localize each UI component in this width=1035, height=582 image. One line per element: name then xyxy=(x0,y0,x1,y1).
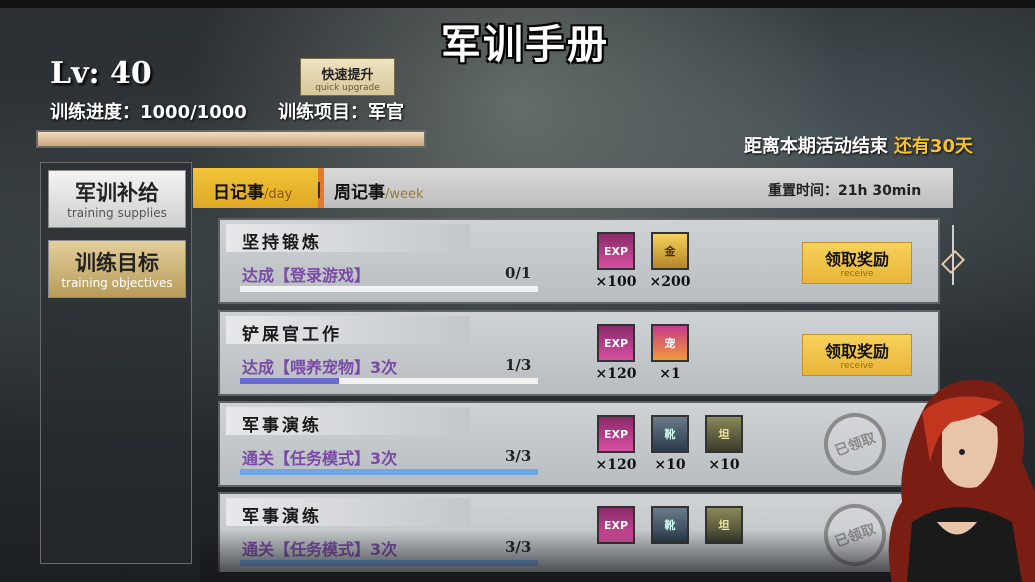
task-card: 坚持锻炼达成【登录游戏】 0/1 EXP ×100 金 ×200 领取奖励 receive xyxy=(218,218,940,304)
character-portrait xyxy=(888,380,1035,582)
tab-week[interactable]: 周记事/week xyxy=(334,178,424,203)
task-progress-bar xyxy=(240,469,538,475)
sidebar-item-label: 军训补给 xyxy=(75,181,159,205)
tank-part-icon: 坦 xyxy=(705,415,743,453)
reward-quantity: ×1 xyxy=(659,366,681,382)
reward-quantity: ×120 xyxy=(595,457,637,473)
reset-time: 重置时间：21h 30min xyxy=(768,183,922,199)
task-name: 军事演练 xyxy=(242,507,322,527)
task-list[interactable]: 坚持锻炼 达成【登录游戏】 0/1 EXP ×100 金 ×200 领取奖励 receive 铲屎… xyxy=(210,212,962,572)
sidebar-item-training-supplies[interactable]: 军训补给 training supplies xyxy=(48,170,186,228)
task-name: 铲屎官工作 xyxy=(242,325,342,345)
task-progress-fill xyxy=(240,469,538,475)
boot-icon: 靴 xyxy=(651,415,689,453)
reward-item[interactable]: 靴 ×10 xyxy=(648,415,692,473)
exp-ticket-icon: EXP xyxy=(597,324,635,362)
sidebar-item-training-objectives[interactable]: 训练目标 training objectives xyxy=(48,240,186,298)
task-count: 1/3 xyxy=(505,356,532,374)
task-progress-fill xyxy=(240,378,340,384)
task-card: 军事演练 通关【任务模式】3次 3/3 EXP ×120 靴 ×10 坦 ×10 已领取 xyxy=(218,401,940,487)
receive-reward-button[interactable]: 领取奖励 receive xyxy=(802,334,912,376)
exp-ticket-icon: EXP xyxy=(597,415,635,453)
training-progress-text: 训练进度：1000/1000 xyxy=(50,102,247,123)
top-menu-strip xyxy=(0,0,1035,8)
list-fade xyxy=(200,530,960,582)
reward-item[interactable]: EXP ×100 xyxy=(594,232,638,290)
training-project-text: 训练项目：军官 xyxy=(278,102,404,123)
reward-item[interactable]: 宠 ×1 xyxy=(648,324,692,382)
task-name: 坚持锻炼 xyxy=(242,233,322,253)
task-name: 军事演练 xyxy=(242,416,322,436)
gold-coin-icon: 金 xyxy=(651,232,689,270)
reward-item[interactable]: EXP ×120 xyxy=(594,415,638,473)
tab-week-label: 周记事 xyxy=(334,183,385,203)
quick-upgrade-label: 快速提升 xyxy=(321,68,374,83)
task-count: 0/1 xyxy=(505,264,532,282)
pet-food-icon: 宠 xyxy=(651,324,689,362)
tab-day-sublabel: /day xyxy=(264,187,293,202)
quick-upgrade-sublabel: quick upgrade xyxy=(315,83,380,93)
receive-button-sublabel: receive xyxy=(840,361,874,371)
receive-button-label: 领取奖励 xyxy=(824,342,889,361)
reward-item[interactable]: EXP ×120 xyxy=(594,324,638,382)
task-count: 3/3 xyxy=(505,447,532,465)
tab-day[interactable]: 日记事/day xyxy=(193,168,318,208)
task-card: 铲屎官工作达成【喂养宠物】3次 1/3 EXP ×120 宠 ×1 领取奖励 receive xyxy=(218,310,940,396)
reward-quantity: ×10 xyxy=(708,457,740,473)
reward-item[interactable]: 金 ×200 xyxy=(648,232,692,290)
sidebar-item-sublabel: training objectives xyxy=(61,276,173,290)
event-countdown-label: 距离本期活动结束 xyxy=(743,136,888,157)
reward-quantity: ×10 xyxy=(654,457,686,473)
task-progress-bar xyxy=(240,286,538,292)
tab-separator: | xyxy=(316,179,322,198)
tab-week-sublabel: /week xyxy=(385,187,424,202)
training-progress-fill xyxy=(38,132,424,146)
receive-reward-button[interactable]: 领取奖励 receive xyxy=(802,242,912,284)
reward-quantity: ×100 xyxy=(595,274,637,290)
reward-quantity: ×200 xyxy=(649,274,691,290)
level-label: Lv: 40 xyxy=(50,56,152,91)
task-description: 通关【任务模式】3次 xyxy=(242,449,398,468)
receive-button-label: 领取奖励 xyxy=(824,250,889,269)
task-description: 达成【喂养宠物】3次 xyxy=(242,358,398,377)
reward-item[interactable]: 坦 ×10 xyxy=(702,415,746,473)
sidebar-item-label: 训练目标 xyxy=(75,251,159,275)
reward-quantity: ×120 xyxy=(595,366,637,382)
page-title: 军训手册 xyxy=(441,22,609,68)
training-progress-bar xyxy=(36,130,426,148)
event-countdown: 距离本期活动结束 还有30天 xyxy=(744,132,973,158)
receive-button-sublabel: receive xyxy=(840,269,874,279)
quick-upgrade-button[interactable]: 快速提升 quick upgrade xyxy=(300,58,395,96)
exp-ticket-icon: EXP xyxy=(597,232,635,270)
event-remaining: 还有30天 xyxy=(893,136,973,157)
sidebar-item-sublabel: training supplies xyxy=(67,206,167,220)
task-description: 达成【登录游戏】 xyxy=(242,266,371,285)
tab-day-label: 日记事 xyxy=(213,183,264,203)
task-progress-bar xyxy=(240,378,538,384)
